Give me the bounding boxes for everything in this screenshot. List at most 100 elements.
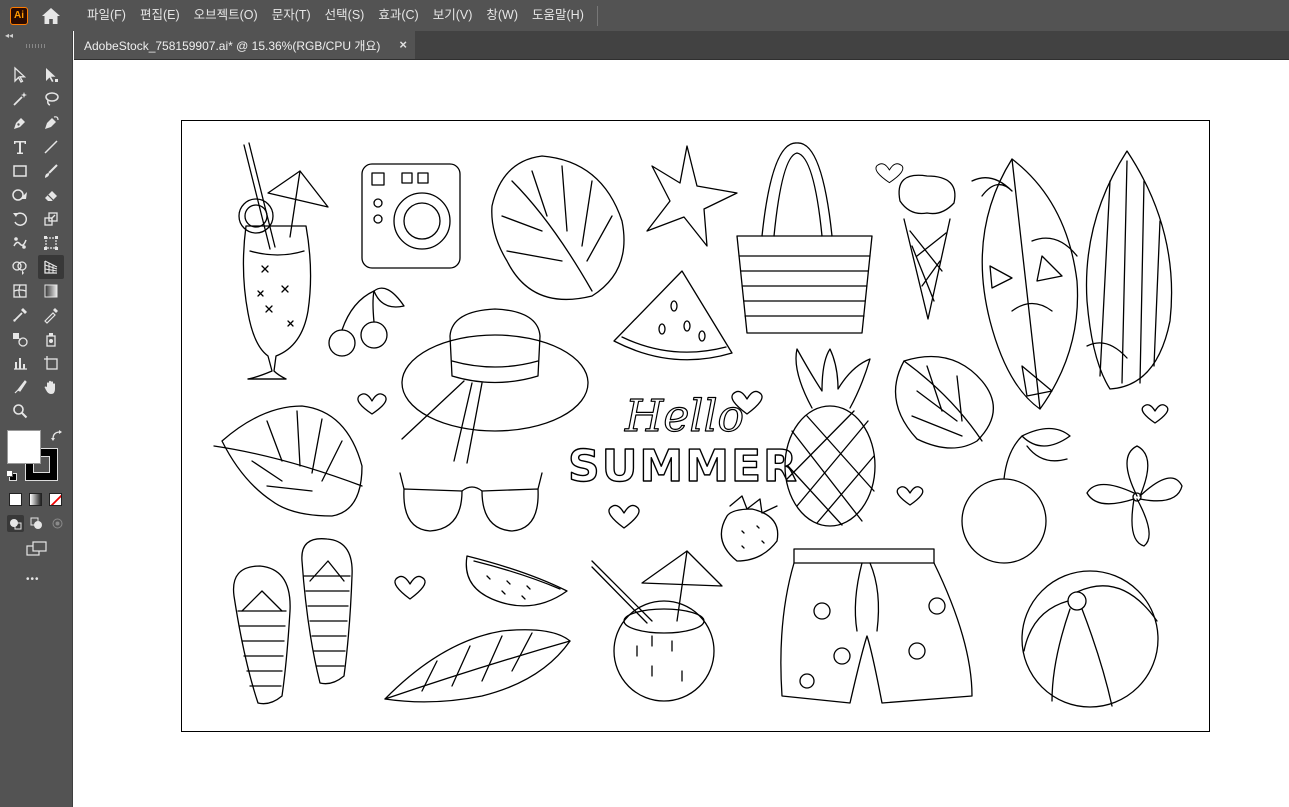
orange-drawing [961, 427, 1071, 564]
default-fill-stroke-button[interactable] [6, 470, 17, 481]
toolbar-collapse-button[interactable]: ◂◂ [0, 31, 72, 41]
perspective-grid-icon [44, 260, 58, 274]
draw-behind-button[interactable] [28, 515, 45, 532]
artboard-tool[interactable] [38, 351, 64, 375]
hand-icon [44, 380, 55, 394]
ice-cream-drawing [898, 174, 956, 320]
rectangle-tool[interactable] [7, 159, 33, 183]
rotate-tool[interactable] [7, 207, 33, 231]
gradient-icon [44, 284, 58, 298]
color-button[interactable] [9, 493, 22, 506]
swap-fill-stroke-button[interactable] [50, 429, 64, 443]
lasso-tool[interactable] [38, 87, 64, 111]
blend-tool[interactable] [7, 327, 33, 351]
mesh-tool[interactable] [7, 279, 33, 303]
canvas[interactable]: Hello SUMMER [74, 60, 1289, 807]
paintbrush-icon [45, 164, 58, 178]
pen-tool[interactable] [7, 111, 33, 135]
heart-drawing-4 [896, 486, 924, 506]
menu-window[interactable]: 창(W) [479, 0, 525, 31]
tab-close-icon[interactable]: × [399, 37, 407, 52]
symbol-sprayer-tool[interactable] [38, 327, 64, 351]
scale-icon [44, 212, 58, 226]
puppet-warp-tool[interactable] [7, 231, 33, 255]
draw-normal-button[interactable] [7, 515, 24, 532]
zoom-tool[interactable] [7, 399, 33, 423]
hand-tool[interactable] [38, 375, 64, 399]
column-graph-tool[interactable] [7, 351, 33, 375]
draw-normal-icon [10, 519, 22, 530]
gradient-button[interactable] [29, 493, 42, 506]
magic-wand-icon [13, 92, 27, 106]
menu-object[interactable]: 오브젝트(O) [187, 0, 265, 31]
curvature-tool[interactable] [38, 111, 64, 135]
scale-tool[interactable] [38, 207, 64, 231]
magic-wand-tool[interactable] [7, 87, 33, 111]
menu-file[interactable]: 파일(F) [80, 0, 133, 31]
slice-tool[interactable] [7, 375, 33, 399]
palm-leaf-cluster-drawing [971, 177, 1128, 397]
fill-swatch[interactable] [7, 430, 41, 464]
puppet-warp-icon [13, 237, 27, 249]
shaper-icon [12, 189, 27, 201]
free-transform-tool[interactable] [38, 231, 64, 255]
rotate-icon [13, 212, 28, 226]
screen-mode-button[interactable] [24, 540, 50, 558]
tools-panel: ◂◂ ••• [0, 31, 73, 807]
menu-select[interactable]: 선택(S) [318, 0, 372, 31]
shaper-tool[interactable] [7, 183, 33, 207]
watermelon-wedge-drawing [465, 555, 568, 607]
measure-tool[interactable] [38, 303, 64, 327]
perspective-grid-tool[interactable] [38, 255, 64, 279]
app-logo: Ai [10, 6, 28, 25]
toolbar-grip[interactable] [26, 44, 46, 48]
edit-toolbar-button[interactable]: ••• [26, 574, 40, 585]
surfboard-left-drawing [981, 158, 1079, 410]
sunglasses-drawing [399, 472, 543, 532]
eraser-tool[interactable] [38, 183, 64, 207]
paintbrush-tool[interactable] [38, 159, 64, 183]
menu-divider [596, 5, 598, 26]
curvature-pen-icon [45, 116, 59, 129]
swim-shorts-drawing [780, 548, 973, 704]
tropical-leaf-drawing [894, 355, 995, 449]
menu-view[interactable]: 보기(V) [426, 0, 480, 31]
draw-inside-icon [52, 518, 63, 529]
heart-drawing-5 [608, 504, 640, 529]
type-tool[interactable] [7, 135, 33, 159]
menu-help[interactable]: 도움말(H) [525, 0, 591, 31]
none-button[interactable] [49, 493, 62, 506]
menu-edit[interactable]: 편집(E) [133, 0, 187, 31]
eyedropper-tool[interactable] [7, 303, 33, 327]
home-button[interactable] [40, 6, 62, 26]
flower-drawing [1086, 445, 1183, 547]
home-icon [42, 7, 60, 24]
starfish-drawing [646, 145, 738, 247]
eyedropper-outline-icon [44, 308, 58, 324]
cocktail-drawing [238, 142, 329, 380]
menu-type[interactable]: 문자(T) [265, 0, 318, 31]
direct-selection-tool[interactable] [38, 63, 64, 87]
shape-builder-tool[interactable] [7, 255, 33, 279]
arrow-filled-icon [46, 68, 58, 82]
magnifier-icon [13, 404, 28, 419]
draw-inside-button[interactable] [49, 515, 66, 532]
pen-icon [14, 118, 25, 129]
menu-effect[interactable]: 효과(C) [371, 0, 425, 31]
surfboard-right-drawing [1085, 150, 1173, 390]
gradient-tool[interactable] [38, 279, 64, 303]
rectangle-icon [13, 165, 27, 177]
document-tab[interactable]: AdobeStock_758159907.ai* @ 15.36%(RGB/CP… [74, 31, 415, 59]
artboard[interactable]: Hello SUMMER [181, 120, 1210, 732]
beach-bag-drawing [736, 142, 873, 334]
draw-behind-icon [30, 517, 42, 529]
blend-icon [13, 333, 28, 347]
heart-drawing-2 [357, 393, 387, 415]
selection-tool[interactable] [7, 63, 33, 87]
menu-list: 파일(F) 편집(E) 오브젝트(O) 문자(T) 선택(S) 효과(C) 보기… [80, 0, 591, 31]
strawberry-drawing [720, 495, 779, 562]
summer-text: SUMMER [568, 441, 799, 492]
line-segment-tool[interactable] [38, 135, 64, 159]
heart-drawing-6 [394, 575, 426, 600]
line-icon [44, 140, 58, 154]
